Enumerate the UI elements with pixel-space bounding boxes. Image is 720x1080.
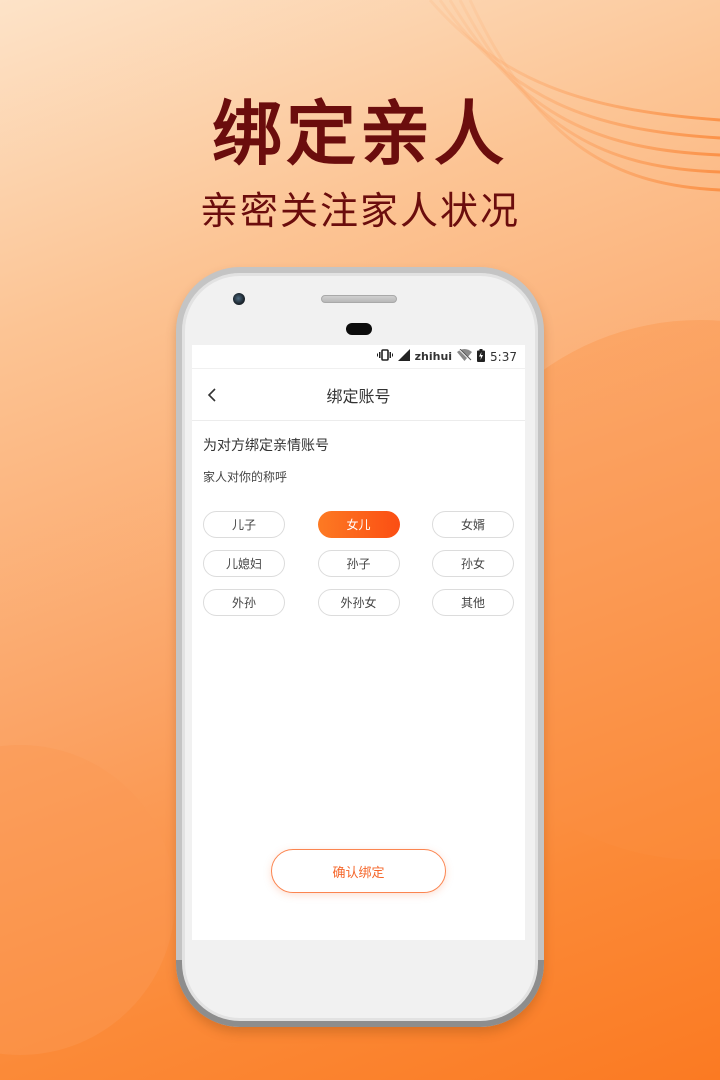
bind-form: 为对方绑定亲情账号 家人对你的称呼 儿子 女儿 女婿 儿媳妇 孙子 孙女 外孙 … xyxy=(192,421,525,616)
chevron-left-icon xyxy=(207,388,216,402)
carrier-name: zhihui xyxy=(414,350,453,363)
status-time: 5:37 xyxy=(490,349,517,364)
sensor xyxy=(346,323,372,335)
relation-chip-son[interactable]: 儿子 xyxy=(203,511,285,538)
speaker-grille xyxy=(321,295,397,303)
vibrate-icon xyxy=(376,349,393,364)
relation-chip-granddaughter[interactable]: 孙女 xyxy=(432,550,514,577)
section-subtitle: 家人对你的称呼 xyxy=(203,470,288,484)
camera-icon xyxy=(233,293,245,305)
relation-options: 儿子 女儿 女婿 儿媳妇 孙子 孙女 外孙 外孙女 其他 xyxy=(203,511,514,616)
section-title: 为对方绑定亲情账号 xyxy=(203,438,329,454)
confirm-bind-button[interactable]: 确认绑定 xyxy=(271,849,446,893)
nav-bar: 绑定账号 xyxy=(192,369,525,421)
status-bar: zhihui 5:37 xyxy=(192,345,525,369)
promo-subline: 亲密关注家人状况 xyxy=(199,189,520,233)
phone-screen: zhihui 5:37 绑定账号 为对方绑定亲情账号 家人对你的称呼 儿子 女儿… xyxy=(192,345,525,940)
page-title: 绑定账号 xyxy=(326,386,391,406)
relation-chip-daughter[interactable]: 女儿 xyxy=(317,511,400,538)
signal-icon xyxy=(397,349,410,364)
relation-chip-maternal-grandson[interactable]: 外孙 xyxy=(203,589,285,616)
bg-circle-left xyxy=(0,745,175,1055)
relation-chip-son-in-law[interactable]: 女婿 xyxy=(432,511,514,538)
relation-chip-grandson[interactable]: 孙子 xyxy=(317,550,400,577)
relation-chip-maternal-granddaughter[interactable]: 外孙女 xyxy=(317,589,400,616)
wifi-off-icon xyxy=(457,348,473,364)
back-button[interactable] xyxy=(198,381,226,409)
promo-headline: 绑定亲人 xyxy=(212,93,508,175)
relation-chip-other[interactable]: 其他 xyxy=(432,589,514,616)
battery-charging-icon xyxy=(477,348,486,365)
relation-chip-daughter-in-law[interactable]: 儿媳妇 xyxy=(203,550,285,577)
